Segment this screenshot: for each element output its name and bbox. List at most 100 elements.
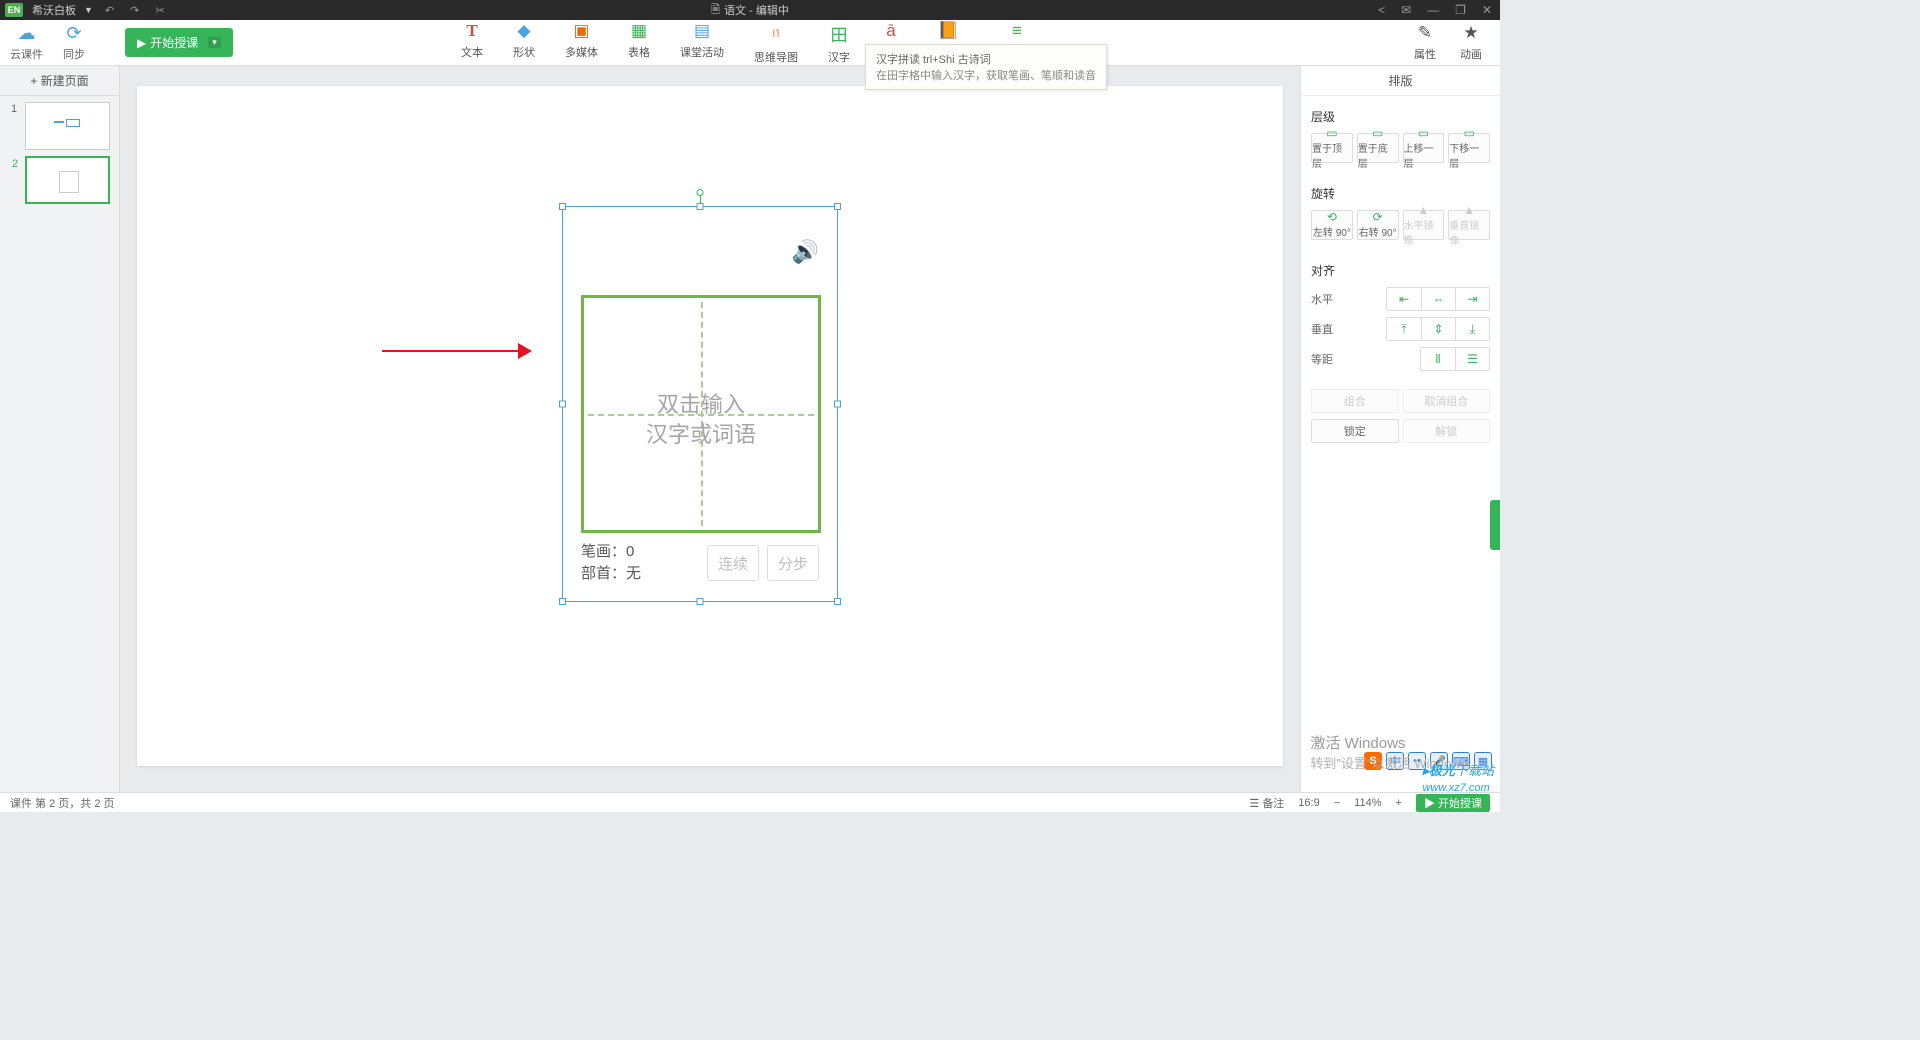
- align-middle-button[interactable]: ⇕: [1421, 318, 1455, 340]
- rotate-handle[interactable]: [697, 189, 704, 196]
- media-icon: ▣: [573, 21, 589, 41]
- app-logo: EN: [5, 3, 23, 17]
- tool-hanzi[interactable]: 田汉字: [828, 21, 850, 65]
- app-title[interactable]: 希沃白板: [28, 2, 80, 18]
- hanzi-icon: 田: [831, 21, 848, 46]
- resize-handle[interactable]: [834, 401, 841, 408]
- resize-handle[interactable]: [697, 598, 704, 605]
- unlock-button[interactable]: 解锁: [1403, 419, 1491, 443]
- text-icon: T: [466, 21, 477, 41]
- annotation-arrow: [382, 341, 532, 361]
- tool-media[interactable]: ▣多媒体: [565, 21, 598, 65]
- flip-h-icon: ▲: [1417, 204, 1429, 216]
- distribute-h-button[interactable]: ⫴: [1421, 348, 1455, 370]
- tool-activity[interactable]: ▤课堂活动: [680, 21, 724, 65]
- flip-h-button[interactable]: ▲水平镜像: [1403, 210, 1445, 240]
- redo-icon[interactable]: ↷: [122, 4, 147, 17]
- sync-icon: ⟳: [66, 23, 81, 44]
- resize-handle[interactable]: [834, 598, 841, 605]
- ime-punct[interactable]: ••: [1408, 752, 1426, 770]
- undo-icon[interactable]: ↶: [97, 4, 122, 17]
- tool-animation[interactable]: ★动画: [1460, 23, 1482, 62]
- resize-handle[interactable]: [697, 203, 704, 210]
- cloud-button[interactable]: ☁云课件: [10, 23, 43, 62]
- align-right-button[interactable]: ⇥: [1455, 288, 1489, 310]
- tool-shape[interactable]: ◆形状: [513, 21, 535, 65]
- canvas-area[interactable]: 🔊 双击输入 汉字或词语 笔画：0 部首：无 连续 分步: [120, 66, 1300, 792]
- ime-grid-icon[interactable]: ▦: [1474, 752, 1492, 770]
- zoom-out-icon[interactable]: −: [1334, 797, 1340, 809]
- send-back-button[interactable]: ▭置于底层: [1357, 133, 1399, 163]
- rotate-left-icon: ⟲: [1327, 211, 1337, 223]
- start-dropdown-icon[interactable]: ▾: [208, 37, 221, 48]
- align-top-button[interactable]: ⤒: [1387, 318, 1421, 340]
- aspect-ratio[interactable]: 16:9: [1298, 797, 1319, 809]
- close-icon[interactable]: ✕: [1474, 3, 1500, 17]
- subject-icon: ≡: [1012, 21, 1022, 41]
- new-page-button[interactable]: + 新建页面: [0, 66, 119, 96]
- resize-handle[interactable]: [559, 401, 566, 408]
- layer-down-icon: ▭: [1463, 127, 1474, 139]
- ime-toolbar[interactable]: S 中 •• 🎤 ⌨ ▦: [1364, 752, 1492, 770]
- note-button[interactable]: ☰ 备注: [1249, 795, 1284, 811]
- hanzi-card[interactable]: 🔊 双击输入 汉字或词语 笔画：0 部首：无 连续 分步: [562, 206, 838, 602]
- slide-thumb-2[interactable]: 2: [25, 156, 110, 204]
- section-align: 对齐: [1311, 262, 1490, 279]
- share-icon[interactable]: <: [1370, 3, 1393, 17]
- resize-handle[interactable]: [834, 203, 841, 210]
- panel-tab-layout[interactable]: 排版: [1301, 66, 1500, 96]
- rotate-right-icon: ⟳: [1373, 211, 1383, 223]
- continuous-button[interactable]: 连续: [707, 545, 759, 581]
- hanzi-tooltip: 汉字拼读 trl+Shi 古诗词 在田字格中输入汉字，获取笔画、笔顺和读音: [865, 44, 1107, 90]
- slide[interactable]: 🔊 双击输入 汉字或词语 笔画：0 部首：无 连续 分步: [137, 86, 1283, 766]
- title-bar: EN 希沃白板 ▼ ↶ ↷ ✂ 🗎 语文 - 编辑中 < ✉ — ❐ ✕: [0, 0, 1500, 20]
- tool-table[interactable]: ▦表格: [628, 21, 650, 65]
- align-bottom-button[interactable]: ⤓: [1455, 318, 1489, 340]
- pinyin-icon: ā: [886, 21, 895, 41]
- ime-lang[interactable]: 中: [1386, 752, 1404, 770]
- properties-panel: 排版 层级 ▭置于顶层 ▭置于底层 ▭上移一层 ▭下移一层 旋转 ⟲左转 90°…: [1300, 66, 1500, 792]
- flip-v-button[interactable]: ▲垂直镜像: [1448, 210, 1490, 240]
- tool-text[interactable]: T文本: [461, 21, 483, 65]
- move-up-button[interactable]: ▭上移一层: [1403, 133, 1445, 163]
- layer-top-icon: ▭: [1326, 127, 1337, 139]
- play-button[interactable]: ▶ 开始授课: [1416, 794, 1490, 812]
- start-lesson-button[interactable]: ▶ 开始授课▾: [125, 28, 233, 57]
- resize-handle[interactable]: [559, 598, 566, 605]
- distribute-v-button[interactable]: ☰: [1455, 348, 1489, 370]
- side-tab[interactable]: [1490, 500, 1500, 550]
- flip-v-icon: ▲: [1463, 204, 1475, 216]
- doc-icon: 🗎: [711, 1, 720, 20]
- group-button[interactable]: 组合: [1311, 389, 1399, 413]
- ime-voice-icon[interactable]: 🎤: [1430, 752, 1448, 770]
- dropdown-icon[interactable]: ▼: [80, 5, 97, 15]
- maximize-icon[interactable]: ❐: [1447, 3, 1474, 17]
- rotate-right-button[interactable]: ⟳右转 90°: [1357, 210, 1399, 240]
- ime-sogou-icon[interactable]: S: [1364, 752, 1382, 770]
- tool-properties[interactable]: ✎属性: [1414, 23, 1436, 62]
- page-counter: 课件 第 2 页，共 2 页: [10, 795, 115, 811]
- move-down-button[interactable]: ▭下移一层: [1448, 133, 1490, 163]
- grid-placeholder: 双击输入 汉字或词语: [584, 390, 818, 450]
- section-layer: 层级: [1311, 108, 1490, 125]
- rotate-left-button[interactable]: ⟲左转 90°: [1311, 210, 1353, 240]
- slide-thumb-1[interactable]: 1: [25, 102, 110, 150]
- step-button[interactable]: 分步: [767, 545, 819, 581]
- tool-mindmap[interactable]: ၊ၢ思维导图: [754, 21, 798, 65]
- minimize-icon[interactable]: —: [1419, 3, 1447, 17]
- zoom-in-icon[interactable]: +: [1396, 797, 1402, 809]
- speaker-icon[interactable]: 🔊: [792, 239, 819, 265]
- message-icon[interactable]: ✉: [1393, 3, 1419, 17]
- lock-button[interactable]: 锁定: [1311, 419, 1399, 443]
- ime-keyboard-icon[interactable]: ⌨: [1452, 752, 1470, 770]
- poem-icon: 📙: [938, 21, 959, 41]
- align-left-button[interactable]: ⇤: [1387, 288, 1421, 310]
- resize-handle[interactable]: [559, 203, 566, 210]
- sync-button[interactable]: ⟳同步: [63, 23, 85, 62]
- cut-icon[interactable]: ✂: [147, 4, 172, 17]
- tianzige-grid[interactable]: 双击输入 汉字或词语: [581, 295, 821, 533]
- bring-front-button[interactable]: ▭置于顶层: [1311, 133, 1353, 163]
- table-icon: ▦: [631, 21, 647, 41]
- align-center-button[interactable]: ⇔: [1421, 288, 1455, 310]
- ungroup-button[interactable]: 取消组合: [1403, 389, 1491, 413]
